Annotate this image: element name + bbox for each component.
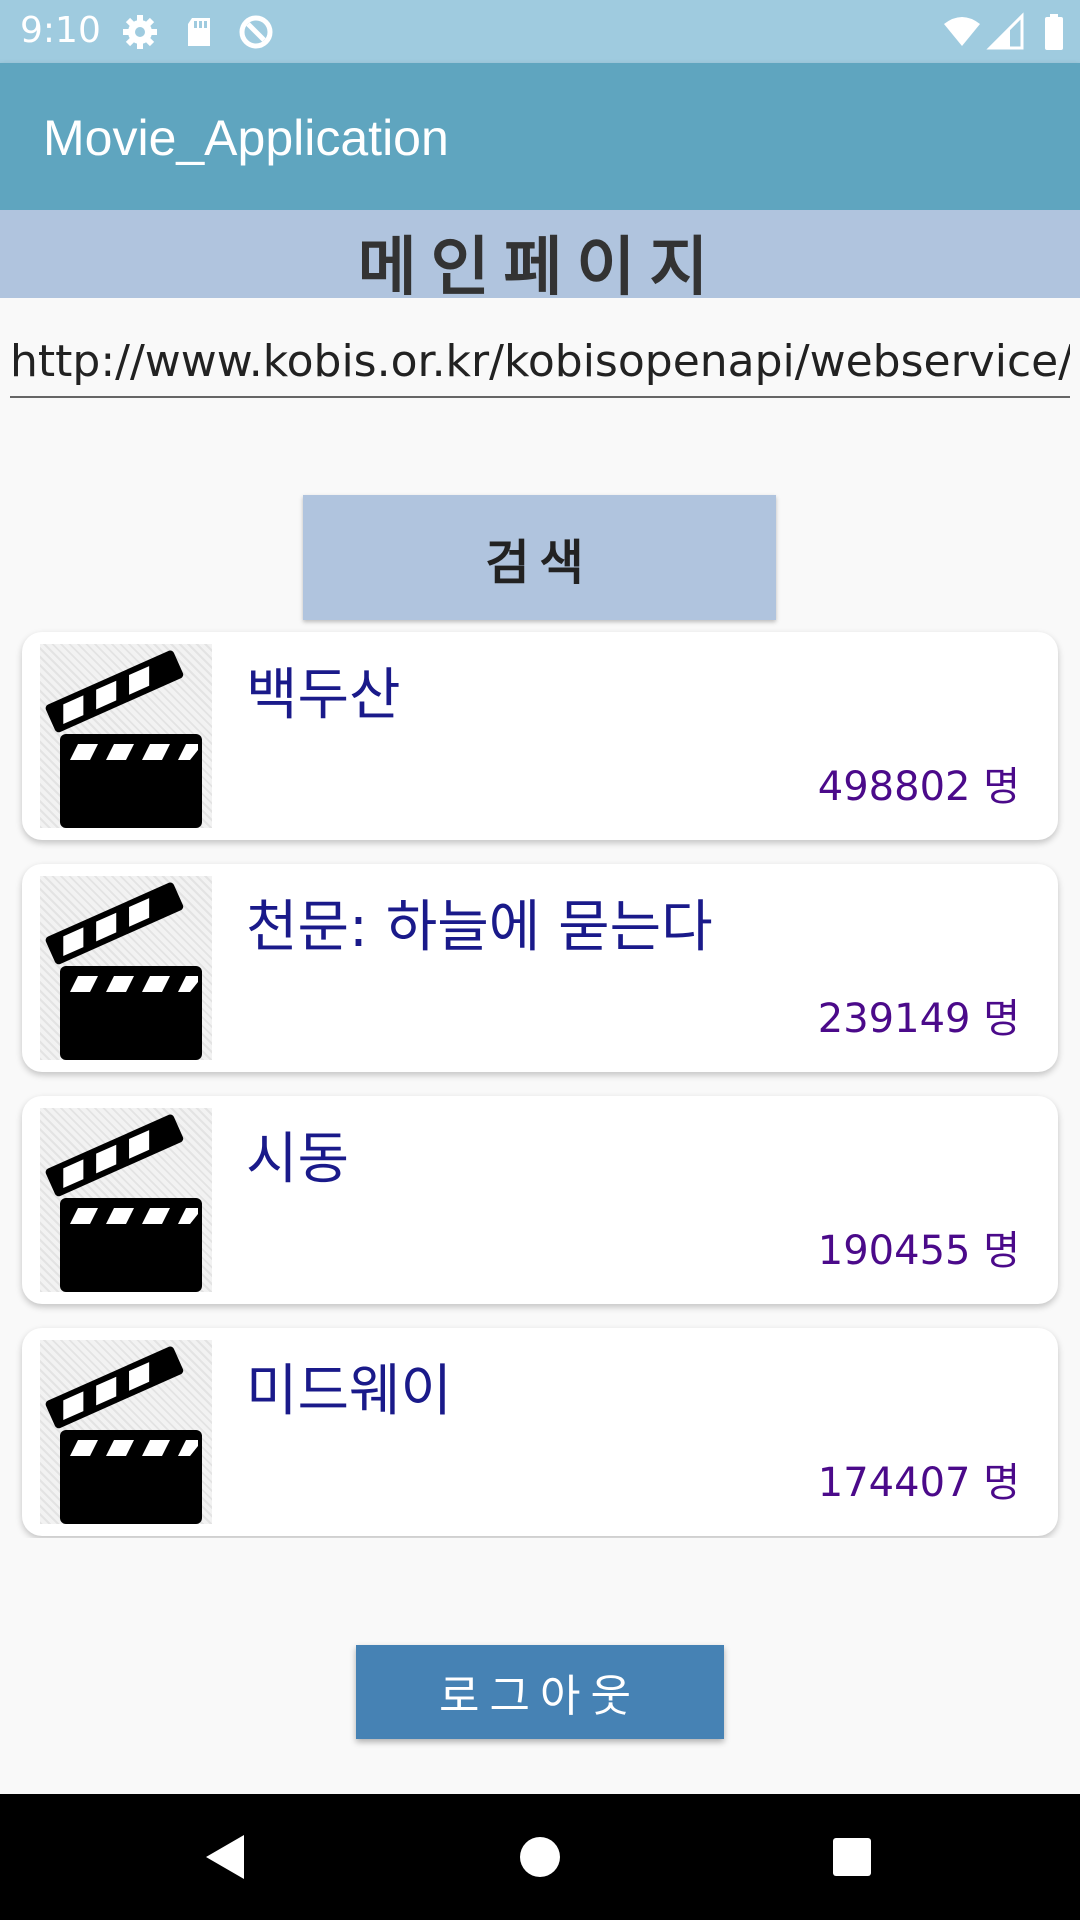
movie-title: 천문: 하늘에 묻는다 — [246, 895, 713, 960]
movie-audience: 174407 명 — [817, 1460, 1020, 1506]
movie-audience: 239149 명 — [817, 996, 1020, 1042]
back-icon[interactable] — [196, 1827, 256, 1887]
page-title: 메인페이지 — [357, 231, 723, 305]
movie-title: 시동 — [246, 1127, 350, 1192]
battery-icon — [1034, 12, 1074, 52]
movie-card[interactable]: 백두산 498802 명 — [22, 632, 1058, 840]
clapperboard-icon — [40, 644, 212, 828]
clapperboard-icon — [40, 1108, 212, 1292]
status-time: 9:10 — [20, 10, 101, 51]
movie-card[interactable]: 미드웨이 174407 명 — [22, 1328, 1058, 1536]
sd-card-icon — [180, 12, 220, 52]
screen: 9:10 Movie_Application 메인페이지 http://www.… — [0, 0, 1080, 1920]
movie-title: 미드웨이 — [246, 1359, 453, 1424]
movie-card[interactable]: 시동 190455 명 — [22, 1096, 1058, 1304]
navigation-bar — [0, 1794, 1080, 1920]
logout-button[interactable]: 로그아웃 — [356, 1645, 724, 1739]
signal-icon — [986, 12, 1026, 52]
movie-list[interactable]: 백두산 498802 명 천문: 하늘에 묻는다 239149 명 시동 190… — [0, 620, 1080, 1538]
movie-title: 백두산 — [246, 663, 401, 728]
home-icon[interactable] — [510, 1827, 570, 1887]
movie-audience: 498802 명 — [817, 764, 1020, 810]
page-header: 메인페이지 — [0, 210, 1080, 305]
gear-icon — [120, 12, 160, 52]
recents-icon[interactable] — [822, 1827, 882, 1887]
app-bar: Movie_Application — [0, 63, 1080, 210]
clapperboard-icon — [40, 1340, 212, 1524]
movie-audience: 190455 명 — [817, 1228, 1020, 1274]
clapperboard-icon — [40, 876, 212, 1060]
status-bar: 9:10 — [0, 0, 1080, 63]
app-title: Movie_Application — [43, 110, 449, 166]
search-button[interactable]: 검색 — [303, 495, 776, 620]
sync-icon — [236, 12, 276, 52]
movie-card[interactable]: 천문: 하늘에 묻는다 239149 명 — [22, 864, 1058, 1072]
url-input[interactable] — [10, 326, 1070, 398]
wifi-icon — [942, 12, 982, 52]
